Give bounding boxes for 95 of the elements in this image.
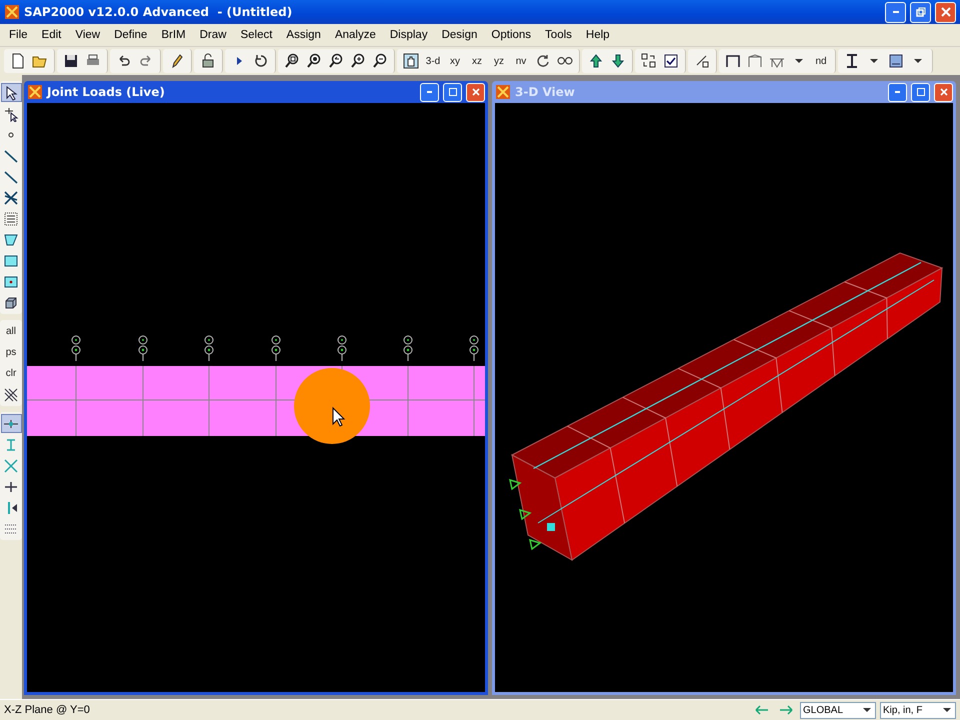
snap-intersection-icon: [3, 458, 19, 474]
support-icon: [509, 478, 522, 490]
minimize-icon: [427, 91, 432, 93]
maximize-button[interactable]: [911, 82, 930, 102]
menu-item[interactable]: BrIM: [154, 29, 193, 41]
units-dropdown[interactable]: Kip, in, F: [880, 702, 956, 718]
select-frame-icon: [641, 53, 657, 69]
up-arrow-icon: [588, 53, 604, 69]
zoom-in-icon: [350, 53, 366, 69]
hand-icon: [403, 53, 419, 69]
grid-bubble-icon: [272, 336, 280, 362]
circular-arrow-icon: [535, 53, 551, 69]
menu-item[interactable]: Tools: [538, 29, 579, 41]
rectangle-icon: [3, 252, 19, 268]
view-button[interactable]: nd: [811, 50, 831, 72]
minimize-icon: [892, 11, 898, 13]
view-button[interactable]: xy: [445, 50, 465, 72]
window-title: Joint Loads (Live): [47, 85, 166, 99]
menu-item[interactable]: File: [2, 29, 35, 41]
cross-hatch-icon: [3, 386, 19, 402]
minimize-button[interactable]: [420, 82, 439, 102]
menu-item[interactable]: View: [68, 29, 108, 41]
glasses-icon: [557, 57, 573, 65]
select-tool-button[interactable]: all: [0, 322, 22, 341]
new-file-icon: [10, 53, 26, 69]
down-arrow-icon: [610, 53, 626, 69]
close-icon: [940, 7, 950, 17]
grid-bubble-icon: [338, 336, 346, 362]
menu-item[interactable]: Select: [233, 29, 280, 41]
menu-item[interactable]: Analyze: [328, 29, 383, 41]
minimize-icon: [895, 91, 900, 93]
polygon-icon: [3, 232, 19, 248]
close-button[interactable]: [935, 2, 956, 22]
close-icon: [940, 88, 948, 96]
app-logo-icon: [495, 84, 511, 100]
grid-bubble-icon: [138, 336, 148, 362]
close-button[interactable]: [934, 82, 953, 102]
app-logo-icon: [4, 4, 20, 20]
menu-item[interactable]: Options: [484, 29, 538, 41]
menu-item[interactable]: Assign: [279, 29, 328, 41]
grid-bubble-icon: [470, 336, 478, 362]
window-title: 3-D View: [515, 85, 576, 99]
window-title: SAP2000 v12.0.0 Advanced - (Untitled): [24, 5, 294, 19]
cross-icon: [3, 190, 19, 206]
rotate-icon: [253, 53, 269, 69]
maximize-icon: [448, 88, 456, 96]
maximize-button[interactable]: [443, 82, 462, 102]
select-tool-button[interactable]: clr: [0, 364, 22, 383]
mouse-pointer-icon: [332, 406, 346, 427]
support-icon: [519, 508, 532, 520]
checkbox-icon: [663, 53, 679, 69]
i-beam-icon: [844, 53, 860, 69]
close-icon: [472, 88, 480, 96]
joint-marker: [547, 523, 555, 531]
grid-bubble-icon: [404, 336, 412, 362]
menu-item[interactable]: Display: [382, 29, 435, 41]
save-icon: [63, 53, 79, 69]
portal-frame-icon: [725, 53, 741, 69]
grid-bubble-icon: [204, 336, 214, 362]
menu-item[interactable]: Edit: [34, 29, 68, 41]
minimize-button[interactable]: [885, 2, 906, 22]
minimize-button[interactable]: [888, 82, 907, 102]
menu-item[interactable]: Design: [434, 29, 484, 41]
list-icon: [3, 210, 19, 226]
zoom-window-icon: [284, 53, 300, 69]
grid-bubble-icon: [72, 336, 80, 362]
zoom-icon: [306, 53, 322, 69]
view-button[interactable]: nv: [511, 50, 531, 72]
view-button[interactable]: xz: [467, 50, 487, 72]
zoom-out-icon: [372, 53, 388, 69]
display-box-icon: [888, 53, 904, 69]
line-icon: [3, 148, 19, 164]
menu-item[interactable]: Help: [578, 29, 617, 41]
fraction-icon: [694, 53, 710, 69]
cube-icon: [3, 294, 19, 310]
zoom-previous-icon: [328, 53, 344, 69]
view-button[interactable]: yz: [489, 50, 509, 72]
select-tool-button[interactable]: ps: [0, 343, 22, 362]
status-text: X-Z Plane @ Y=0: [4, 704, 91, 716]
menu-item[interactable]: Draw: [192, 29, 234, 41]
tool-button[interactable]: [0, 83, 22, 102]
tool-button[interactable]: [0, 414, 22, 433]
restore-icon: [916, 7, 926, 17]
maximize-icon: [916, 88, 924, 96]
coordinate-system-dropdown[interactable]: GLOBAL: [800, 702, 876, 718]
padlock-icon: [200, 53, 216, 69]
close-button[interactable]: [466, 82, 485, 102]
joint-pointer-icon: [3, 106, 19, 122]
support-icon: [529, 538, 542, 550]
menu-item[interactable]: Define: [107, 29, 154, 41]
view-button[interactable]: 3-d: [423, 50, 443, 72]
restore-button[interactable]: [910, 2, 931, 22]
app-logo-icon: [27, 84, 43, 100]
truss-icon: [747, 53, 763, 69]
line-icon: [3, 168, 19, 184]
